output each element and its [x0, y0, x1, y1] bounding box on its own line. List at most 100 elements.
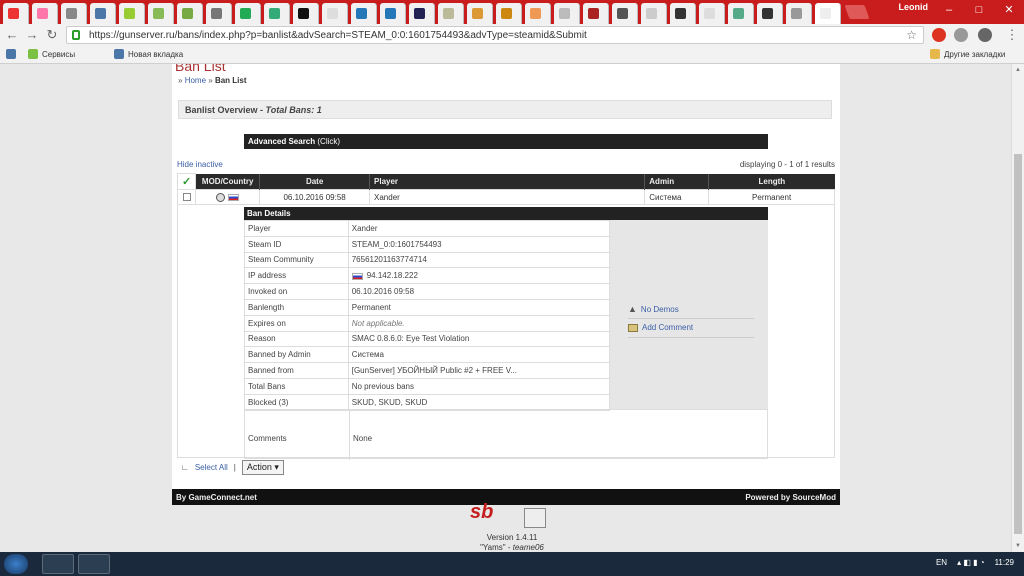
tab-favicon-icon: [472, 8, 483, 19]
divider: [628, 318, 754, 319]
player-cell: Xander: [369, 189, 646, 205]
browser-tab[interactable]: [322, 3, 348, 24]
results-count: displaying 0 - 1 of 1 results: [739, 160, 835, 169]
tab-favicon-icon: [704, 8, 715, 19]
extension-icon[interactable]: [932, 28, 946, 42]
tab-favicon-icon: [385, 8, 396, 19]
browser-tab[interactable]: [380, 3, 406, 24]
table-row[interactable]: 06.10.2016 09:58 Xander Система Permanen…: [176, 189, 835, 205]
browser-tab[interactable]: [641, 3, 667, 24]
tab-favicon-icon: [443, 8, 454, 19]
minimize-icon[interactable]: –: [934, 0, 964, 20]
browser-tab[interactable]: [90, 3, 116, 24]
tab-favicon-icon: [327, 8, 338, 19]
forward-icon[interactable]: →: [24, 27, 40, 43]
hide-inactive-link[interactable]: Hide inactive: [177, 160, 223, 169]
sourcebans-page: Ban List » Home » Ban List Banlist Overv…: [172, 64, 840, 552]
browser-tab[interactable]: [583, 3, 609, 24]
browser-tab[interactable]: [351, 3, 377, 24]
tab-favicon-icon: [588, 8, 599, 19]
browser-tab[interactable]: [206, 3, 232, 24]
sourcebans-logo[interactable]: sb: [470, 501, 493, 524]
col-admin[interactable]: Admin: [644, 173, 709, 190]
browser-tab[interactable]: [438, 3, 464, 24]
col-player[interactable]: Player: [369, 173, 645, 190]
browser-tab[interactable]: [148, 3, 174, 24]
browser-tab[interactable]: [177, 3, 203, 24]
browser-tab[interactable]: [235, 3, 261, 24]
reload-icon[interactable]: ↻: [44, 27, 60, 43]
scroll-up-icon[interactable]: ▲: [1015, 67, 1021, 73]
browser-tab[interactable]: [293, 3, 319, 24]
browser-tab[interactable]: [728, 3, 754, 24]
checkmark-icon: ✓: [182, 176, 192, 188]
star-icon[interactable]: ☆: [906, 28, 917, 42]
menu-icon[interactable]: ⋮: [1004, 27, 1020, 43]
add-comment-link[interactable]: Add Comment: [628, 323, 693, 332]
browser-tab[interactable]: [554, 3, 580, 24]
scrollbar[interactable]: ▲ ▼: [1011, 64, 1024, 552]
browser-tab[interactable]: [467, 3, 493, 24]
select-all-check[interactable]: ✓: [176, 173, 197, 190]
browser-tab[interactable]: [612, 3, 638, 24]
bookmark-apps[interactable]: [6, 49, 16, 59]
footer-credit[interactable]: By GameConnect.net: [176, 493, 257, 502]
browser-tab[interactable]: [61, 3, 87, 24]
browser-tab[interactable]: [525, 3, 551, 24]
scroll-thumb[interactable]: [1014, 154, 1022, 534]
lock-icon: [72, 30, 80, 40]
app-taskbar-icon[interactable]: [78, 554, 110, 574]
col-mod-country[interactable]: MOD/Country: [195, 173, 260, 190]
tab-favicon-icon: [762, 8, 773, 19]
new-tab-button[interactable]: [844, 5, 870, 19]
bookmark-item[interactable]: Сервисы: [28, 49, 75, 59]
browser-tab[interactable]: [670, 3, 696, 24]
chrome-taskbar-icon[interactable]: [42, 554, 74, 574]
ban-actions-panel: ▲ No Demos Add Comment: [610, 220, 768, 409]
bookmark-item[interactable]: Новая вкладка: [114, 49, 183, 59]
tab-favicon-icon: [646, 8, 657, 19]
browser-tab[interactable]: [496, 3, 522, 24]
footer-powered[interactable]: Powered by SourceMod: [745, 493, 836, 502]
browser-tab[interactable]: [3, 3, 29, 24]
detail-value: No previous bans: [347, 377, 611, 395]
select-all-link[interactable]: Select All: [195, 463, 228, 472]
detail-row: Steam ID STEAM_0:0:1601754493: [244, 235, 611, 253]
start-button[interactable]: [4, 554, 28, 574]
action-dropdown[interactable]: Action ▾: [241, 460, 284, 475]
back-icon[interactable]: ←: [4, 27, 20, 43]
extension-icon[interactable]: [954, 28, 968, 42]
browser-tab[interactable]: [757, 3, 783, 24]
breadcrumb-home[interactable]: Home: [185, 76, 206, 85]
bookmark-folder[interactable]: Другие закладки: [930, 49, 1005, 59]
maximize-icon[interactable]: □: [964, 0, 994, 20]
profile-name[interactable]: Leonid: [899, 2, 929, 12]
close-icon[interactable]: ✕: [994, 0, 1024, 20]
browser-tab[interactable]: [699, 3, 725, 24]
external-link-icon[interactable]: [524, 508, 546, 528]
clock[interactable]: 11:29: [995, 558, 1014, 567]
bookmark-icon: [28, 49, 38, 59]
browser-tab[interactable]: [815, 3, 841, 24]
tab-favicon-icon: [240, 8, 251, 19]
col-date[interactable]: Date: [259, 173, 370, 190]
row-checkbox[interactable]: [182, 193, 191, 202]
scroll-down-icon[interactable]: ▼: [1015, 543, 1021, 549]
browser-tab[interactable]: [786, 3, 812, 24]
col-length[interactable]: Length: [708, 173, 835, 190]
tab-favicon-icon: [298, 8, 309, 19]
language-indicator[interactable]: EN: [936, 558, 947, 567]
detail-row: Banned from [GunServer] УБОЙНЫЙ Public #2…: [244, 362, 611, 379]
detail-value[interactable]: 76561201163774714: [347, 251, 611, 269]
browser-tab[interactable]: [409, 3, 435, 24]
browser-tab[interactable]: [32, 3, 58, 24]
tray-icons[interactable]: ▴ ◧ ▮ ◔: [957, 558, 984, 567]
advanced-search-toggle[interactable]: Advanced Search (Click): [244, 134, 768, 149]
browser-tab[interactable]: [119, 3, 145, 24]
address-bar[interactable]: https://gunserver.ru/bans/index.php?p=ba…: [66, 26, 924, 44]
no-demos-link[interactable]: ▲ No Demos: [628, 304, 679, 314]
detail-key: Blocked (3): [244, 393, 349, 411]
browser-tab[interactable]: [264, 3, 290, 24]
page-viewport: Ban List » Home » Ban List Banlist Overv…: [0, 64, 1024, 552]
extension-icon[interactable]: [978, 28, 992, 42]
